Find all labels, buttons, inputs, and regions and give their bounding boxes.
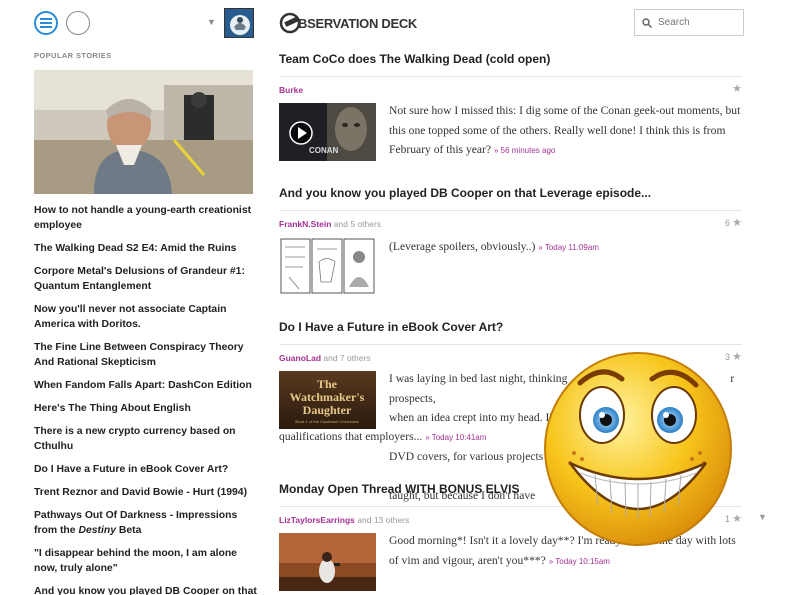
post-thumbnail[interactable]: CONAN bbox=[279, 103, 376, 161]
post-thumbnail[interactable]: The Watchmaker's Daughter Book 1 of the … bbox=[279, 371, 376, 429]
post-others: and 7 others bbox=[323, 353, 371, 363]
excerpt-text: (Leverage spoilers, obviously..) bbox=[389, 240, 536, 253]
search-input[interactable] bbox=[658, 17, 738, 28]
list-item[interactable]: There is a new crypto currency based on … bbox=[34, 424, 258, 454]
site-logo[interactable]: BSERVATION DECK bbox=[279, 12, 417, 34]
popular-stories-list: How to not handle a young-earth creation… bbox=[34, 203, 258, 595]
post-title[interactable]: And you know you played DB Cooper on tha… bbox=[279, 186, 742, 202]
search-icon bbox=[642, 17, 652, 28]
cover-subtitle: Book 1 of the Clockwork Chronicles bbox=[295, 419, 358, 424]
conan-logo-text: CONAN bbox=[309, 146, 339, 155]
post-author[interactable]: GuanoLad bbox=[279, 353, 321, 363]
grinning-emoji-sticker bbox=[544, 352, 732, 546]
popular-stories-label: POPULAR STORIES bbox=[34, 51, 112, 60]
list-item[interactable]: The Fine Line Between Conspiracy Theory … bbox=[34, 340, 258, 370]
post-timestamp[interactable]: » Today 10:15am bbox=[549, 557, 610, 566]
story-link[interactable]: "I disappear behind the moon, I am alone… bbox=[34, 548, 237, 574]
star-icon[interactable]: ★ bbox=[732, 82, 742, 95]
user-icon[interactable] bbox=[66, 11, 90, 35]
story-text: Beta bbox=[116, 525, 142, 536]
post-others: and 5 others bbox=[333, 219, 382, 229]
list-item[interactable]: When Fandom Falls Apart: DashCon Edition bbox=[34, 378, 258, 393]
story-italic-text: Destiny bbox=[78, 525, 116, 536]
post-timestamp[interactable]: » Today 11:09am bbox=[538, 243, 599, 252]
excerpt-text: Not sure how I missed this: I dig some o… bbox=[389, 104, 741, 156]
post-excerpt: (Leverage spoilers, obviously..) » Today… bbox=[389, 237, 744, 258]
list-item[interactable]: Now you'll never not associate Captain A… bbox=[34, 302, 258, 332]
post-others: and 13 others bbox=[357, 515, 410, 525]
excerpt-text: qualifications that employers... bbox=[279, 430, 423, 443]
star-icon[interactable]: ★ bbox=[732, 216, 742, 229]
story-link[interactable]: The Fine Line Between Conspiracy Theory … bbox=[34, 342, 244, 368]
avatar[interactable] bbox=[224, 8, 254, 38]
post-author[interactable]: FrankN.Stein bbox=[279, 219, 331, 229]
cover-title-line2: Watchmaker's bbox=[290, 390, 365, 404]
list-item[interactable]: Corpore Metal's Delusions of Grandeur #1… bbox=[34, 264, 258, 294]
search-box[interactable] bbox=[634, 9, 744, 36]
story-link[interactable]: When Fandom Falls Apart: DashCon Edition bbox=[34, 380, 252, 391]
post: Team CoCo does The Walking Dead (cold op… bbox=[279, 52, 742, 165]
story-link[interactable]: The Walking Dead S2 E4: Amid the Ruins bbox=[34, 243, 236, 254]
hamburger-icon bbox=[40, 18, 52, 28]
post: And you know you played DB Cooper on tha… bbox=[279, 186, 742, 299]
story-link[interactable]: Now you'll never not associate Captain A… bbox=[34, 304, 226, 330]
list-item[interactable]: "I disappear behind the moon, I am alone… bbox=[34, 546, 258, 576]
cover-title-line3: Daughter bbox=[303, 403, 352, 417]
story-link-pathways[interactable]: Pathways Out Of Darkness - Impressions f… bbox=[34, 510, 237, 536]
list-item[interactable]: Do I Have a Future in eBook Cover Art? bbox=[34, 462, 258, 477]
post-thumbnail[interactable] bbox=[279, 533, 376, 591]
story-link[interactable]: Corpore Metal's Delusions of Grandeur #1… bbox=[34, 266, 245, 292]
post-title[interactable]: Do I Have a Future in eBook Cover Art? bbox=[279, 320, 742, 336]
sidebar-toolbar: ▼ bbox=[34, 8, 254, 38]
list-item[interactable]: Pathways Out Of Darkness - Impressions f… bbox=[34, 508, 258, 538]
list-item[interactable]: Here's The Thing About English bbox=[34, 401, 258, 416]
menu-button[interactable] bbox=[34, 11, 58, 35]
post-author[interactable]: Burke bbox=[279, 85, 303, 95]
post-body: CONAN Not sure how I missed this: I dig … bbox=[279, 103, 742, 165]
popular-story-image[interactable] bbox=[34, 70, 253, 194]
story-link[interactable]: How to not handle a young-earth creation… bbox=[34, 205, 251, 231]
post-author[interactable]: LizTaylorsEarrings bbox=[279, 515, 355, 525]
list-item[interactable]: How to not handle a young-earth creation… bbox=[34, 203, 258, 233]
list-item[interactable]: The Walking Dead S2 E4: Amid the Ruins bbox=[34, 241, 258, 256]
post-meta: Burke ★ bbox=[279, 77, 742, 99]
cover-title-line1: The bbox=[317, 377, 338, 391]
story-link[interactable]: And you know you played DB Cooper on tha… bbox=[34, 586, 257, 595]
caret-down-icon[interactable]: ▼ bbox=[758, 512, 767, 522]
logo-text: BSERVATION DECK bbox=[298, 15, 418, 31]
post-excerpt: Not sure how I missed this: I dig some o… bbox=[389, 101, 744, 161]
post-thumbnail[interactable] bbox=[279, 237, 376, 295]
list-item[interactable]: And you know you played DB Cooper on tha… bbox=[34, 584, 258, 595]
post-body: (Leverage spoilers, obviously..) » Today… bbox=[279, 237, 742, 299]
list-item[interactable]: Trent Reznor and David Bowie - Hurt (199… bbox=[34, 485, 258, 500]
sidebar: ▼ POPULAR STORIES How to not handle a yo… bbox=[0, 0, 262, 595]
post-timestamp[interactable]: » Today 10:41am bbox=[425, 433, 486, 442]
story-link[interactable]: Trent Reznor and David Bowie - Hurt (199… bbox=[34, 487, 247, 498]
story-link[interactable]: Here's The Thing About English bbox=[34, 403, 191, 414]
post-title[interactable]: Team CoCo does The Walking Dead (cold op… bbox=[279, 52, 742, 68]
post-meta: FrankN.Stein and 5 others 6 ★ bbox=[279, 211, 742, 233]
post-timestamp[interactable]: » 56 minutes ago bbox=[494, 146, 555, 155]
star-count: 6 bbox=[724, 218, 730, 228]
caret-down-icon[interactable]: ▼ bbox=[207, 17, 216, 27]
story-link[interactable]: Do I Have a Future in eBook Cover Art? bbox=[34, 464, 228, 475]
story-link[interactable]: There is a new crypto currency based on … bbox=[34, 426, 236, 452]
